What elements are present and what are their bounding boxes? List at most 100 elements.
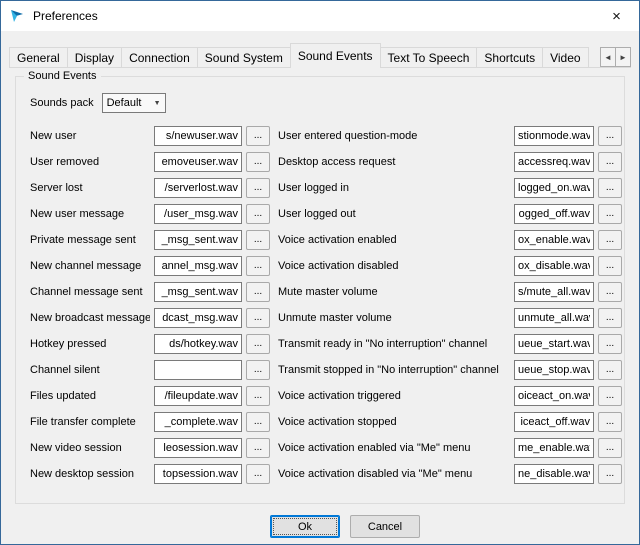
sound-event-label: File transfer complete xyxy=(30,416,150,428)
browse-button[interactable]: ... xyxy=(598,360,622,380)
sound-event-file-input[interactable] xyxy=(154,386,242,406)
browse-button[interactable]: ... xyxy=(246,438,270,458)
browse-button[interactable]: ... xyxy=(246,204,270,224)
browse-button[interactable]: ... xyxy=(598,152,622,172)
sounds-pack-label: Sounds pack xyxy=(30,97,94,109)
browse-button[interactable]: ... xyxy=(598,178,622,198)
window-title: Preferences xyxy=(33,9,98,23)
sounds-pack-value: Default xyxy=(107,97,142,109)
sound-event-file-input[interactable] xyxy=(154,308,242,328)
sound-event-label: Transmit stopped in "No interruption" ch… xyxy=(278,364,510,376)
sound-event-file-input[interactable] xyxy=(514,386,594,406)
sound-event-label: User logged in xyxy=(278,182,510,194)
browse-button[interactable]: ... xyxy=(598,308,622,328)
sound-events-column-left: New user...User removed...Server lost...… xyxy=(30,123,270,487)
tab-scroll-right-button[interactable]: ► xyxy=(615,47,631,67)
sound-event-label: Channel message sent xyxy=(30,286,150,298)
tab-sound-system[interactable]: Sound System xyxy=(197,47,291,67)
sound-events-page: Sound Events Sounds pack Default ▼ New u… xyxy=(9,67,631,544)
browse-button[interactable]: ... xyxy=(246,308,270,328)
sound-event-file-input[interactable] xyxy=(514,256,594,276)
sound-event-file-input[interactable] xyxy=(154,256,242,276)
cancel-button[interactable]: Cancel xyxy=(350,515,420,538)
browse-button[interactable]: ... xyxy=(598,464,622,484)
sound-event-file-input[interactable] xyxy=(154,230,242,250)
tab-connection[interactable]: Connection xyxy=(121,47,198,67)
browse-button[interactable]: ... xyxy=(246,282,270,302)
sounds-pack-select[interactable]: Default ▼ xyxy=(102,93,166,113)
arrow-left-icon: ◄ xyxy=(604,53,612,62)
browse-button[interactable]: ... xyxy=(246,230,270,250)
sound-event-file-input[interactable] xyxy=(514,126,594,146)
sound-event-file-input[interactable] xyxy=(514,308,594,328)
close-button[interactable]: × xyxy=(594,1,639,31)
sound-event-file-input[interactable] xyxy=(514,464,594,484)
browse-button[interactable]: ... xyxy=(598,412,622,432)
sound-event-file-input[interactable] xyxy=(154,334,242,354)
browse-button[interactable]: ... xyxy=(598,334,622,354)
browse-button[interactable]: ... xyxy=(246,412,270,432)
sound-event-label: Server lost xyxy=(30,182,150,194)
sound-event-label: Mute master volume xyxy=(278,286,510,298)
tab-sound-events[interactable]: Sound Events xyxy=(290,43,381,68)
sound-event-file-input[interactable] xyxy=(514,412,594,432)
sound-event-label: User removed xyxy=(30,156,150,168)
sounds-pack-row: Sounds pack Default ▼ xyxy=(30,93,616,113)
browse-button[interactable]: ... xyxy=(246,256,270,276)
browse-button[interactable]: ... xyxy=(598,438,622,458)
sound-event-label: New video session xyxy=(30,442,150,454)
sound-event-file-input[interactable] xyxy=(514,152,594,172)
sound-event-file-input[interactable] xyxy=(514,204,594,224)
sound-event-label: Hotkey pressed xyxy=(30,338,150,350)
sound-event-file-input[interactable] xyxy=(154,178,242,198)
sound-events-column-right: User entered question-mode...Desktop acc… xyxy=(278,123,622,487)
browse-button[interactable]: ... xyxy=(598,386,622,406)
sound-event-file-input[interactable] xyxy=(514,360,594,380)
sound-event-label: Voice activation stopped xyxy=(278,416,510,428)
browse-button[interactable]: ... xyxy=(246,334,270,354)
sound-event-label: New broadcast message xyxy=(30,312,150,324)
sound-event-file-input[interactable] xyxy=(154,412,242,432)
browse-button[interactable]: ... xyxy=(598,282,622,302)
sound-event-file-input[interactable] xyxy=(154,464,242,484)
sound-event-label: Voice activation triggered xyxy=(278,390,510,402)
sound-event-label: Transmit ready in "No interruption" chan… xyxy=(278,338,510,350)
sound-event-label: Voice activation enabled via "Me" menu xyxy=(278,442,510,454)
browse-button[interactable]: ... xyxy=(246,360,270,380)
tab-scroll-left-button[interactable]: ◄ xyxy=(600,47,616,67)
dialog-footer: Ok Cancel xyxy=(9,515,631,538)
sound-event-file-input[interactable] xyxy=(154,282,242,302)
tab-general[interactable]: General xyxy=(9,47,68,67)
sound-event-file-input[interactable] xyxy=(514,178,594,198)
groupbox-title: Sound Events xyxy=(24,70,101,82)
sound-event-file-input[interactable] xyxy=(154,438,242,458)
sound-event-file-input[interactable] xyxy=(154,204,242,224)
sound-event-file-input[interactable] xyxy=(514,438,594,458)
browse-button[interactable]: ... xyxy=(246,126,270,146)
sound-event-file-input[interactable] xyxy=(154,152,242,172)
sound-event-label: User logged out xyxy=(278,208,510,220)
tab-text-to-speech[interactable]: Text To Speech xyxy=(380,47,478,67)
sound-event-file-input[interactable] xyxy=(514,282,594,302)
browse-button[interactable]: ... xyxy=(246,464,270,484)
browse-button[interactable]: ... xyxy=(246,152,270,172)
tab-display[interactable]: Display xyxy=(67,47,122,67)
browse-button[interactable]: ... xyxy=(246,386,270,406)
sound-event-label: New user message xyxy=(30,208,150,220)
tab-video[interactable]: Video xyxy=(542,47,588,67)
sound-event-file-input[interactable] xyxy=(514,334,594,354)
browse-button[interactable]: ... xyxy=(598,126,622,146)
titlebar: Preferences × xyxy=(1,1,639,31)
browse-button[interactable]: ... xyxy=(598,256,622,276)
sound-event-label: Voice activation enabled xyxy=(278,234,510,246)
ok-button[interactable]: Ok xyxy=(270,515,340,538)
browse-button[interactable]: ... xyxy=(246,178,270,198)
tab-shortcuts[interactable]: Shortcuts xyxy=(476,47,543,67)
chevron-down-icon: ▼ xyxy=(154,100,161,107)
browse-button[interactable]: ... xyxy=(598,230,622,250)
sound-event-label: Files updated xyxy=(30,390,150,402)
sound-event-file-input[interactable] xyxy=(154,360,242,380)
sound-event-file-input[interactable] xyxy=(514,230,594,250)
browse-button[interactable]: ... xyxy=(598,204,622,224)
sound-event-file-input[interactable] xyxy=(154,126,242,146)
